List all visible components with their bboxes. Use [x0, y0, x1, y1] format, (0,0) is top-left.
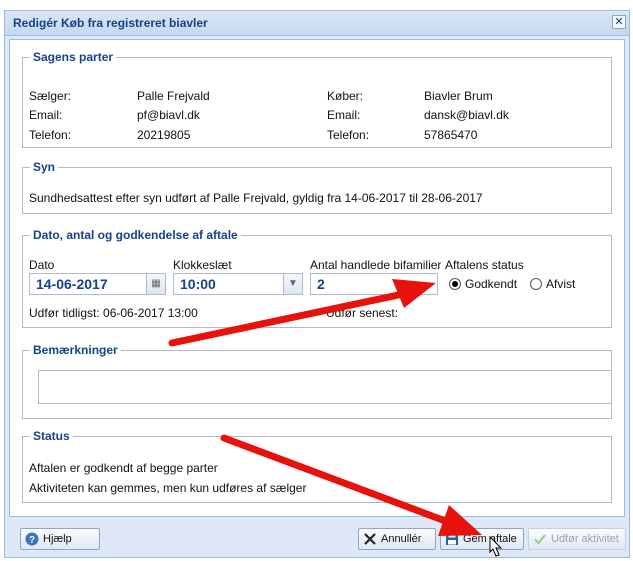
- remarks-legend: Bemærkninger: [33, 343, 118, 357]
- help-icon: ?: [25, 532, 39, 546]
- inspection-text: Sundhedsattest efter syn udført af Palle…: [29, 191, 483, 205]
- latest-text: Udfør senest:: [326, 306, 399, 320]
- seller-phone-label: Telefon:: [29, 128, 72, 142]
- cancel-label: Annullér: [381, 533, 422, 545]
- seller-name-label: Sælger:: [29, 89, 72, 103]
- floppy-disk-icon: [446, 533, 458, 545]
- save-label: Gem aftale: [463, 533, 517, 545]
- close-icon[interactable]: ✕: [612, 15, 626, 29]
- time-label: Klokkeslæt: [173, 258, 232, 272]
- parties-fieldset: Sagens parter: [22, 50, 612, 148]
- buyer-name-label: Køber:: [327, 89, 364, 103]
- seller-email: pf@biavl.dk: [137, 108, 200, 122]
- close-icon: [364, 533, 376, 545]
- radio-approved-label[interactable]: Godkendt: [465, 277, 517, 291]
- count-value: 2: [317, 276, 325, 292]
- edit-purchase-dialog: Redigér Køb fra registreret biavler ✕ Sa…: [4, 10, 630, 558]
- dialog-title: Redigér Køb fra registreret biavler: [13, 16, 208, 30]
- count-field[interactable]: 2: [310, 273, 438, 295]
- seller-phone: 20219805: [137, 128, 191, 142]
- earliest-text: Udfør tidligst: 06-06-2017 13:00: [29, 306, 198, 320]
- cancel-button[interactable]: Annullér: [358, 528, 436, 550]
- date-value: 14-06-2017: [36, 276, 108, 292]
- count-label: Antal handlede bifamilier: [310, 258, 442, 272]
- help-label: Hjælp: [43, 533, 72, 545]
- buyer-email-label: Email:: [327, 108, 361, 122]
- status-legend: Status: [33, 429, 70, 443]
- execute-button[interactable]: Udfør aktivitet: [528, 528, 626, 550]
- status-line-1: Aftalen er godkendt af begge parter: [29, 461, 218, 475]
- execute-label: Udfør aktivitet: [551, 533, 619, 545]
- checkmark-icon: [534, 534, 546, 545]
- parties-legend: Sagens parter: [33, 50, 114, 64]
- date-field[interactable]: 14-06-2017 ▦: [29, 273, 166, 295]
- status-line-2: Aktiviteten kan gemmes, men kun udføres …: [29, 481, 307, 495]
- dialog-titlebar[interactable]: Redigér Køb fra registreret biavler ✕: [5, 11, 629, 36]
- radio-rejected[interactable]: [530, 278, 542, 290]
- radio-approved[interactable]: [449, 278, 461, 290]
- remarks-textarea[interactable]: [38, 370, 612, 404]
- time-value: 10:00: [180, 276, 216, 292]
- inspection-legend: Syn: [33, 160, 56, 174]
- help-button[interactable]: ? Hjælp: [20, 528, 100, 550]
- buyer-email: dansk@biavl.dk: [424, 108, 509, 122]
- dialog-body: Sagens parter Sælger: Palle Frejvald Ema…: [9, 39, 625, 517]
- seller-email-label: Email:: [29, 108, 63, 122]
- save-button[interactable]: Gem aftale: [440, 528, 524, 550]
- buyer-name: Biavler Brum: [424, 89, 493, 103]
- status-label: Aftalens status: [445, 258, 524, 272]
- agreement-legend: Dato, antal og godkendelse af aftale: [33, 228, 238, 242]
- buyer-phone-label: Telefon:: [327, 128, 370, 142]
- inspection-fieldset: Syn: [22, 160, 612, 214]
- radio-rejected-label[interactable]: Afvist: [546, 277, 575, 291]
- time-select[interactable]: 10:00 ▼: [173, 273, 303, 295]
- date-label: Dato: [29, 258, 55, 272]
- chevron-down-icon[interactable]: ▼: [283, 274, 302, 294]
- buyer-phone: 57865470: [424, 128, 478, 142]
- calendar-icon[interactable]: ▦: [146, 274, 165, 294]
- seller-name: Palle Frejvald: [137, 89, 210, 103]
- svg-text:?: ?: [29, 535, 35, 546]
